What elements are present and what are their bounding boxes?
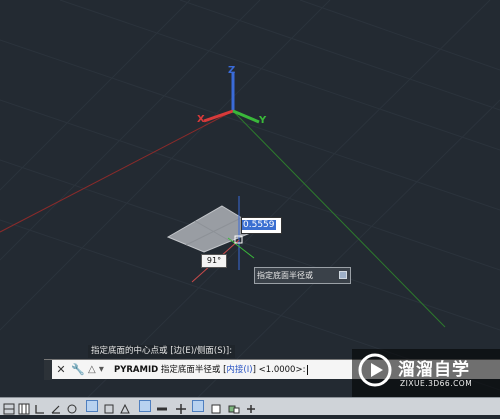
text-cursor xyxy=(307,364,309,375)
polar-icon[interactable] xyxy=(50,400,62,414)
play-logo-icon xyxy=(358,353,392,387)
annotation-monitor-icon[interactable] xyxy=(228,400,240,414)
dynamic-input-value[interactable]: 0.5559 xyxy=(242,220,276,230)
grid-display-icon[interactable] xyxy=(18,400,30,415)
close-icon[interactable]: ✕ xyxy=(54,362,68,377)
ucs-y-label: Y xyxy=(258,115,267,126)
options-arrow-icon[interactable] xyxy=(339,271,347,279)
ortho-icon[interactable] xyxy=(34,400,46,414)
command-line-grip[interactable] xyxy=(44,360,52,380)
lineweight-icon[interactable] xyxy=(156,400,168,412)
customize-icon[interactable]: 🔧 xyxy=(71,362,85,377)
transparency-icon[interactable] xyxy=(175,400,187,414)
command-prompt[interactable]: PYRAMID 指定底面半径或 [内接(I)] <1.0000>: xyxy=(114,360,309,380)
add-icon[interactable] xyxy=(245,400,257,413)
dyn-icon[interactable] xyxy=(139,400,151,412)
quick-properties-icon[interactable] xyxy=(192,400,204,412)
3d-osnap-icon[interactable] xyxy=(86,400,98,412)
snap-icon[interactable] xyxy=(3,400,15,415)
dynamic-prompt-tooltip: 指定底面半径或 xyxy=(254,267,351,284)
ducs-icon[interactable] xyxy=(119,400,131,414)
osnap-icon[interactable] xyxy=(66,400,78,414)
watermark-url: ZIXUE.3D66.COM xyxy=(400,379,473,388)
command-history: 指定底面的中心点或 [边(E)/侧面(S)]: xyxy=(88,345,236,358)
watermark-name: 溜溜自学 xyxy=(398,360,470,380)
command-name: PYRAMID xyxy=(114,365,159,375)
tooltip-text: 指定底面半径或 xyxy=(257,271,313,280)
command-icon[interactable]: △ ▾ xyxy=(88,362,106,377)
ucs-z-label: Z xyxy=(228,65,235,76)
option-inscribed[interactable]: 内接(I) xyxy=(226,365,252,375)
selection-cycling-icon[interactable] xyxy=(210,400,222,414)
watermark-logo: 溜溜自学 ZIXUE.3D66.COM xyxy=(352,349,500,397)
otrack-icon[interactable] xyxy=(103,400,115,414)
status-bar xyxy=(0,397,500,415)
angle-readout: 91° xyxy=(201,254,227,268)
dynamic-input-field[interactable]: 0.5559 xyxy=(241,217,282,234)
prompt-text: 指定底面半径或 [ xyxy=(158,365,227,375)
ucs-x-label: X xyxy=(197,114,205,125)
prompt-suffix: ] <1.0000>: xyxy=(252,365,306,375)
